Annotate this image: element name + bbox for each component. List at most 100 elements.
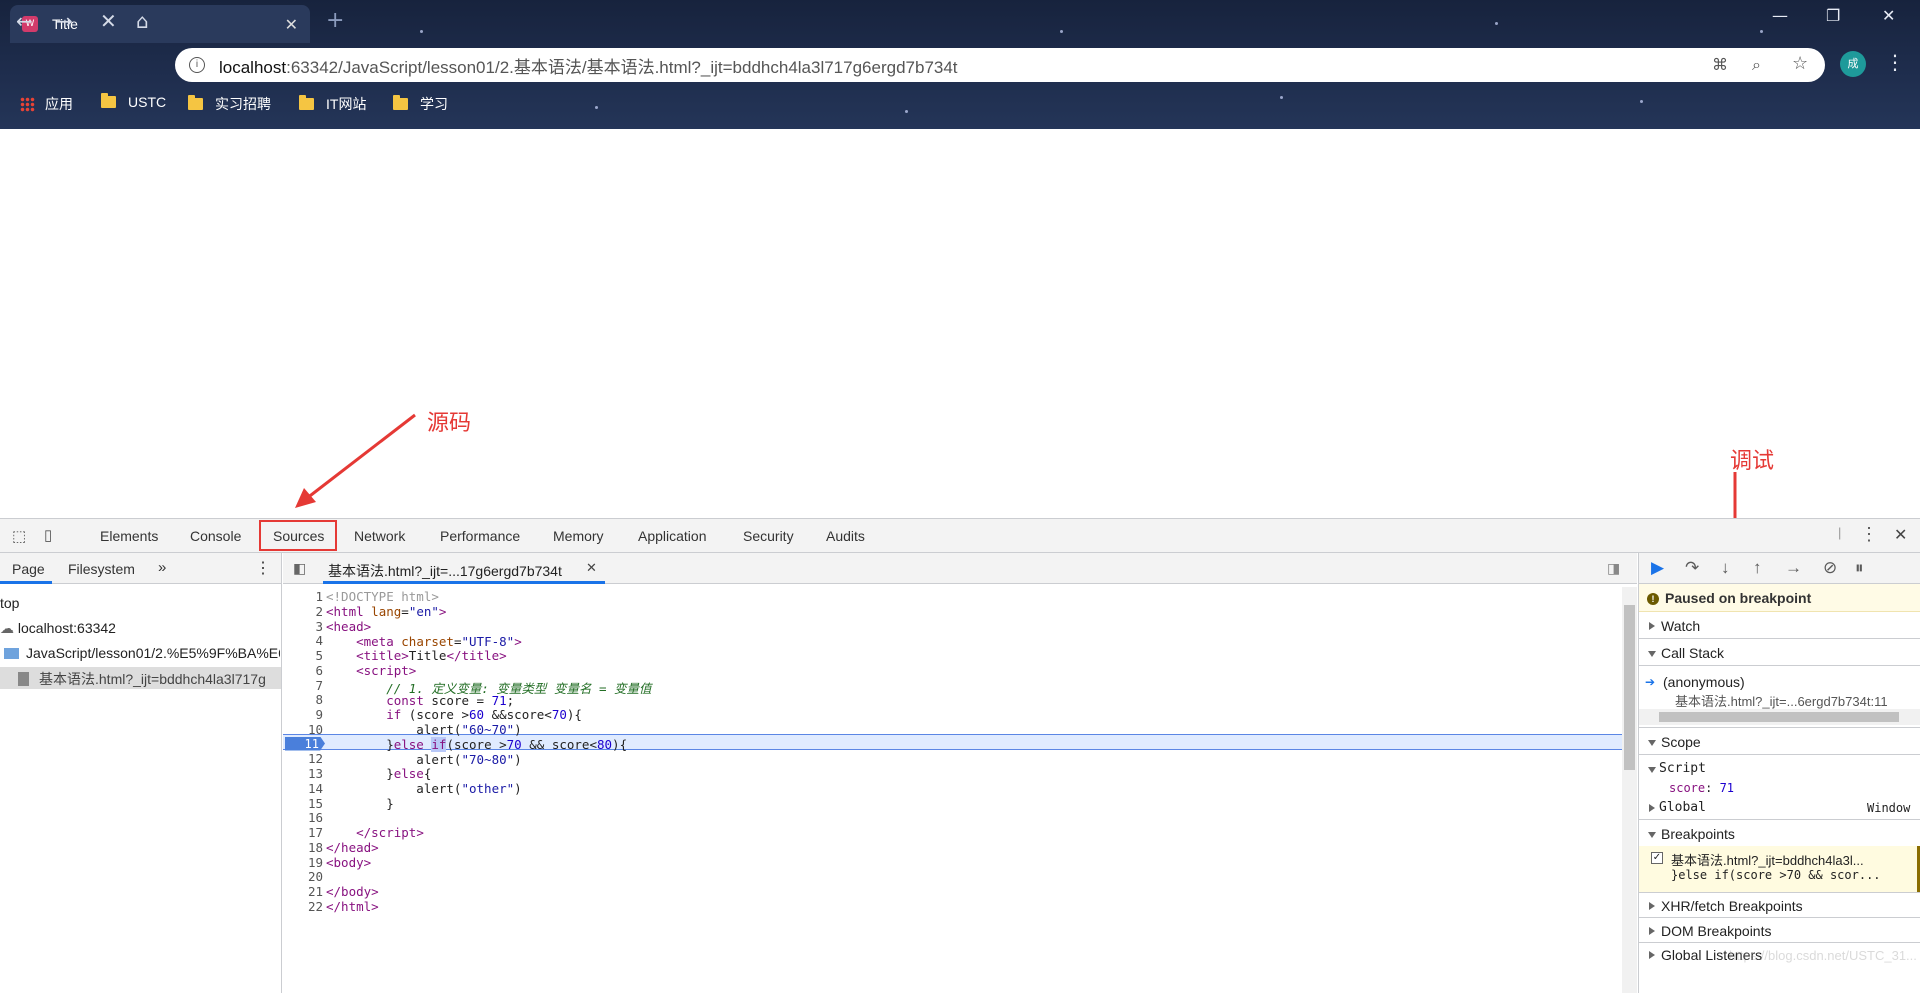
- scope-script[interactable]: Script: [1639, 761, 1920, 776]
- code-line-15: }: [326, 796, 394, 811]
- line-number[interactable]: 8: [283, 692, 323, 707]
- close-file-icon[interactable]: ✕: [586, 560, 597, 576]
- editor-scrollbar[interactable]: [1622, 587, 1637, 993]
- restore-icon[interactable]: ❐: [1826, 6, 1840, 25]
- line-number[interactable]: 15: [283, 796, 323, 811]
- active-file-indicator: [323, 581, 605, 584]
- close-tab-icon[interactable]: ✕: [285, 15, 298, 34]
- code-line-10: alert("60~70"): [326, 722, 522, 737]
- tab-console[interactable]: Console: [190, 528, 241, 544]
- code-line-19: <body>: [326, 855, 372, 870]
- xhr-breakpoints-section[interactable]: XHR/fetch Breakpoints: [1639, 898, 1920, 914]
- breakpoint-checkbox[interactable]: ✓: [1651, 852, 1663, 864]
- browser-tab[interactable]: W Title ✕: [10, 5, 310, 43]
- file-icon: [18, 672, 29, 686]
- close-window-icon[interactable]: ✕: [1882, 6, 1895, 25]
- line-number[interactable]: 1: [283, 589, 323, 604]
- tab-filesystem[interactable]: Filesystem: [68, 561, 135, 577]
- home-icon[interactable]: ⌂: [136, 9, 149, 33]
- navigator-menu-icon[interactable]: ⋮: [255, 558, 271, 578]
- bookmark-jobs[interactable]: 实习招聘: [188, 94, 271, 114]
- dom-breakpoints-section[interactable]: DOM Breakpoints: [1639, 923, 1920, 939]
- line-number[interactable]: 4: [283, 633, 323, 648]
- minimize-icon[interactable]: —: [1772, 6, 1788, 25]
- horizontal-scrollbar[interactable]: [1639, 709, 1920, 725]
- tab-elements[interactable]: Elements: [100, 528, 158, 544]
- tab-performance[interactable]: Performance: [440, 528, 520, 544]
- stop-icon[interactable]: ✕: [100, 9, 117, 33]
- deactivate-breakpoints-icon[interactable]: ⊘: [1823, 558, 1837, 578]
- line-number[interactable]: 16: [283, 810, 323, 825]
- code-line-14: alert("other"): [326, 781, 522, 796]
- tab-memory[interactable]: Memory: [553, 528, 604, 544]
- zoom-icon[interactable]: ⌕: [1752, 55, 1761, 75]
- breakpoints-section[interactable]: Breakpoints: [1639, 826, 1920, 842]
- step-into-icon[interactable]: ↓: [1721, 558, 1730, 578]
- address-bar[interactable]: i localhost:63342/JavaScript/lesson01/2.…: [175, 48, 1825, 82]
- breakpoint-code: }else if(score >70 && scor...: [1671, 868, 1881, 882]
- code-line-12: alert("70~80"): [326, 752, 522, 767]
- watch-section[interactable]: Watch: [1639, 618, 1920, 634]
- new-tab-icon[interactable]: +: [326, 8, 344, 33]
- bookmark-study[interactable]: 学习: [393, 94, 448, 114]
- line-number[interactable]: 19: [283, 855, 323, 870]
- pause-exceptions-icon[interactable]: ⏸: [1855, 558, 1864, 578]
- scope-section[interactable]: Scope: [1639, 734, 1920, 750]
- scrollbar-thumb[interactable]: [1624, 605, 1635, 770]
- code-line-1: <!DOCTYPE html>: [326, 589, 439, 604]
- breakpoint-marker[interactable]: 11: [285, 736, 325, 751]
- line-number[interactable]: 5: [283, 648, 323, 663]
- device-toolbar-icon[interactable]: ▯: [44, 526, 52, 544]
- step-over-icon[interactable]: ↷: [1685, 558, 1699, 578]
- code-area[interactable]: 1 2 3 4 5 6 7 8 9 10 11 12 13 14 15 16 17 18 19 20 21 22 <!DO…: [283, 585, 1637, 993]
- line-number[interactable]: 7: [283, 678, 323, 693]
- translate-icon[interactable]: ⌘: [1712, 55, 1728, 74]
- tree-file[interactable]: 基本语法.html?_ijt=bddhch4la3l717g: [0, 667, 281, 689]
- line-number[interactable]: 6: [283, 663, 323, 678]
- back-icon[interactable]: ←: [16, 9, 33, 33]
- tree-top[interactable]: top: [0, 595, 19, 611]
- step-out-icon[interactable]: ↑: [1753, 558, 1762, 578]
- line-number[interactable]: 3: [283, 619, 323, 634]
- line-number[interactable]: 22: [283, 899, 323, 914]
- bookmark-star-icon[interactable]: ☆: [1792, 53, 1808, 74]
- toggle-navigator-icon[interactable]: ◧: [293, 560, 306, 577]
- avatar[interactable]: 成: [1840, 51, 1866, 77]
- call-stack-section[interactable]: Call Stack: [1639, 645, 1920, 661]
- tree-folder[interactable]: JavaScript/lesson01/2.%E5%9F%BA%E6: [4, 645, 280, 661]
- call-frame-name[interactable]: (anonymous): [1663, 674, 1745, 690]
- tab-network[interactable]: Network: [354, 528, 405, 544]
- editor-tab-file[interactable]: 基本语法.html?_ijt=...17g6ergd7b734t: [328, 561, 562, 581]
- step-icon[interactable]: →: [1785, 558, 1802, 578]
- line-number[interactable]: 12: [283, 751, 323, 766]
- line-number[interactable]: 9: [283, 707, 323, 722]
- resume-icon[interactable]: ▶: [1651, 558, 1664, 578]
- line-number[interactable]: 14: [283, 781, 323, 796]
- bookmark-ustc[interactable]: USTC: [101, 93, 166, 110]
- line-number[interactable]: 18: [283, 840, 323, 855]
- close-devtools-icon[interactable]: ✕: [1894, 525, 1907, 545]
- line-number[interactable]: 13: [283, 766, 323, 781]
- tab-audits[interactable]: Audits: [826, 528, 865, 544]
- info-icon[interactable]: i: [189, 57, 205, 73]
- scrollbar-thumb[interactable]: [1659, 712, 1899, 722]
- tab-application[interactable]: Application: [638, 528, 707, 544]
- bookmark-it[interactable]: IT网站: [299, 94, 366, 114]
- tree-host[interactable]: ☁ localhost:63342: [0, 620, 116, 637]
- bookmark-apps[interactable]: 应用: [20, 94, 73, 114]
- tab-page[interactable]: Page: [12, 561, 45, 577]
- tab-security[interactable]: Security: [743, 528, 794, 544]
- toggle-debugger-icon[interactable]: ◨: [1607, 560, 1620, 577]
- more-tabs-icon[interactable]: »: [158, 559, 166, 576]
- line-number[interactable]: 20: [283, 869, 323, 884]
- line-number[interactable]: 2: [283, 604, 323, 619]
- devtools-menu-icon[interactable]: ⋮: [1860, 524, 1878, 545]
- inspect-icon[interactable]: ⬚: [12, 527, 26, 545]
- forward-icon[interactable]: →: [56, 9, 73, 33]
- call-frame-location[interactable]: 基本语法.html?_ijt=...6ergd7b734t:11: [1675, 691, 1888, 710]
- menu-icon[interactable]: ⋮: [1885, 50, 1905, 74]
- line-number[interactable]: 10: [283, 722, 323, 737]
- line-number[interactable]: 21: [283, 884, 323, 899]
- watermark: https://blog.csdn.net/USTC_31...: [1729, 948, 1917, 963]
- line-number[interactable]: 17: [283, 825, 323, 840]
